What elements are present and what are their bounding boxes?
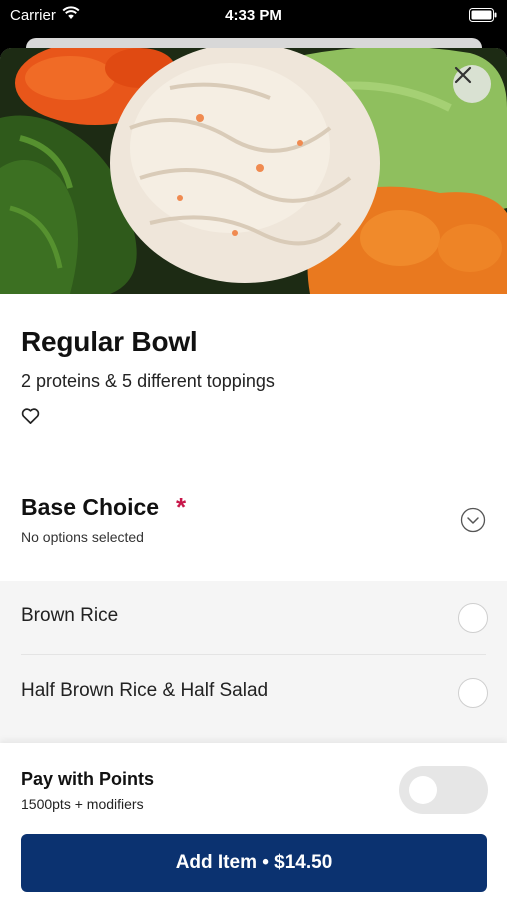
close-button[interactable] — [453, 65, 491, 103]
item-detail-modal: Regular Bowl 2 proteins & 5 different to… — [0, 48, 507, 900]
heart-outline-icon[interactable] — [21, 407, 40, 425]
option-half-brown-rice-half-salad[interactable]: Half Brown Rice & Half Salad — [0, 656, 507, 730]
divider — [21, 654, 486, 655]
pay-with-points-toggle[interactable] — [399, 766, 488, 814]
base-choice-status: No options selected — [21, 529, 144, 545]
add-item-button[interactable]: Add Item • $14.50 — [21, 834, 487, 892]
toggle-knob — [409, 776, 437, 804]
required-indicator: * — [176, 492, 187, 522]
close-icon — [454, 66, 472, 84]
option-label: Brown Rice — [21, 605, 119, 626]
pay-with-points-title: Pay with Points — [21, 769, 155, 789]
footer: Pay with Points 1500pts + modifiers Add … — [0, 743, 507, 900]
product-image — [0, 48, 507, 294]
option-label: Half Brown Rice & Half Salad — [21, 680, 269, 701]
points-cost: 1500pts + modifiers — [21, 796, 144, 812]
chevron-down-circle-icon[interactable] — [460, 507, 486, 533]
option-brown-rice[interactable]: Brown Rice — [0, 581, 507, 655]
status-bar: Carrier 4:33 PM — [0, 0, 507, 32]
product-description: 2 proteins & 5 different toppings — [21, 371, 275, 391]
status-time: 4:33 PM — [225, 7, 282, 24]
option-radio[interactable] — [458, 603, 488, 633]
base-choice-title: Base Choice — [21, 494, 160, 520]
base-choice-options: Brown Rice Half Brown Rice & Half Salad — [0, 581, 507, 743]
product-title: Regular Bowl — [21, 326, 198, 357]
option-radio[interactable] — [458, 678, 488, 708]
battery-icon — [469, 8, 497, 22]
